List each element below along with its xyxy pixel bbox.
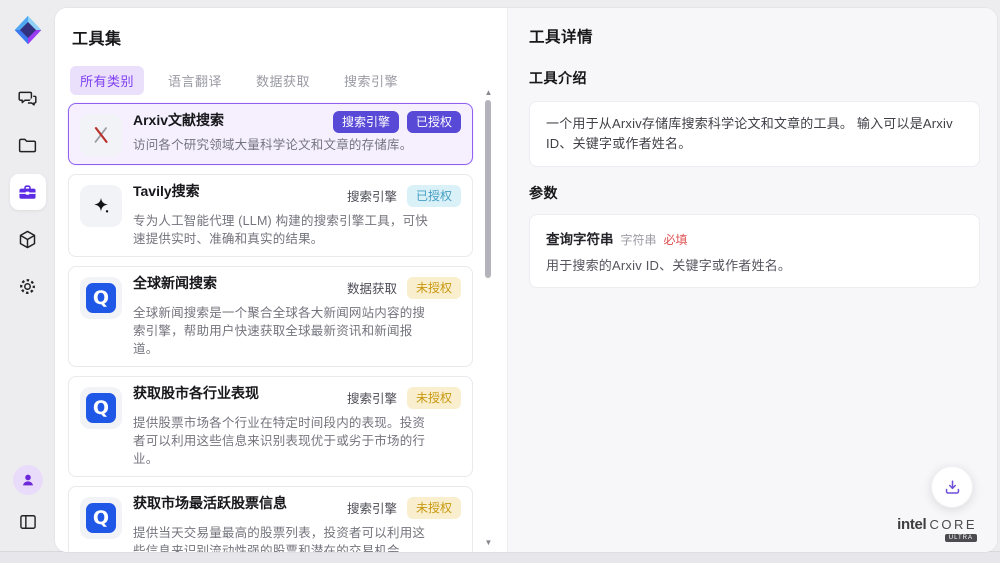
tool-title: Tavily搜索 [133,183,200,200]
tool-list: Arxiv文献搜索 搜索引擎 已授权 访问各个研究领域大量科学论文和文章的存储库… [68,103,473,552]
tab-data-acquisition[interactable]: 数据获取 [246,66,320,95]
user-avatar-icon[interactable] [13,465,43,495]
sidebar-bottom [13,465,43,537]
category-tabs: 所有类别 语言翻译 数据获取 搜索引擎 [68,66,473,95]
scroll-up-arrow-icon[interactable]: ▲ [484,89,493,96]
toolset-pane: 工具集 所有类别 语言翻译 数据获取 搜索引擎 [55,8,507,552]
tool-card-tavily[interactable]: Tavily搜索 搜索引擎 已授权 专为人工智能代理 (LLM) 构建的搜索引擎… [68,174,473,257]
details-title: 工具详情 [529,25,980,47]
sidebar-item-packages[interactable] [10,221,46,257]
tool-description: 全球新闻搜索是一个聚合全球各大新闻网站内容的搜索引擎，帮助用户快速获取全球最新资… [133,304,435,358]
chat-icon [17,88,38,109]
category-badge: 搜索引擎 [345,182,399,209]
tool-card-global-news[interactable]: Q 全球新闻搜索 数据获取 未授权 全球新闻搜索是一个聚合全球各大新闻网站内容的… [68,266,473,367]
app-root: 工具集 所有类别 语言翻译 数据获取 搜索引擎 [0,0,1000,552]
ultra-badge: ultra [945,534,977,542]
category-badge: 数据获取 [345,274,399,301]
tool-description: 专为人工智能代理 (LLM) 构建的搜索引擎工具，可快速提供实时、准确和真实的结… [133,212,435,248]
q-news-logo-icon: Q [80,387,122,429]
tool-title: 全球新闻搜索 [133,275,217,292]
sidebar-item-chat[interactable] [10,80,46,116]
tab-all-categories[interactable]: 所有类别 [70,66,144,95]
tavily-star-icon [80,185,122,227]
status-badge: 已授权 [407,185,461,207]
q-news-logo-icon: Q [80,497,122,539]
tool-card-arxiv[interactable]: Arxiv文献搜索 搜索引擎 已授权 访问各个研究领域大量科学论文和文章的存储库… [68,103,473,165]
intro-card: 一个用于从Arxiv存储库搜索科学论文和文章的工具。 输入可以是Arxiv ID… [529,101,980,167]
list-scrollbar[interactable]: ▲ ▼ [484,89,493,546]
params-heading: 参数 [529,183,980,203]
tool-title: 获取市场最活跃股票信息 [133,495,287,512]
gear-icon [17,276,38,297]
toolbox-icon [17,182,38,203]
param-required-flag: 必填 [664,231,688,248]
category-badge: 搜索引擎 [345,384,399,411]
tool-description: 提供股票市场各个行业在特定时间段内的表现。投资者可以利用这些信息来识别表现优于或… [133,414,435,468]
intel-core-logo: intel core ultra [897,517,977,542]
panel-toggle-icon[interactable] [13,507,43,537]
status-badge: 未授权 [407,277,461,299]
tab-language-translation[interactable]: 语言翻译 [158,66,232,95]
sidebar-item-files[interactable] [10,127,46,163]
param-type: 字符串 [621,231,657,248]
status-badge: 未授权 [407,387,461,409]
core-wordmark: core [929,518,977,531]
param-card: 查询字符串 字符串 必填 用于搜索的Arxiv ID、关键字或作者姓名。 [529,214,980,288]
sidebar [0,0,55,551]
folder-icon [17,135,38,156]
scroll-down-arrow-icon[interactable]: ▼ [484,539,493,546]
param-name: 查询字符串 [546,228,614,248]
intro-heading: 工具介绍 [529,68,980,88]
arxiv-logo-icon [80,114,122,156]
intel-wordmark: intel [897,517,926,532]
category-badge: 搜索引擎 [333,111,399,133]
tool-title: Arxiv文献搜索 [133,112,224,129]
status-badge: 已授权 [407,111,461,133]
tool-card-sector-performance[interactable]: Q 获取股市各行业表现 搜索引擎 未授权 提供股票市场各个行业在特定时间段内的表… [68,376,473,477]
main-window: 工具集 所有类别 语言翻译 数据获取 搜索引擎 [55,8,997,552]
sidebar-item-settings[interactable] [10,268,46,304]
status-badge: 未授权 [407,497,461,519]
tool-details-pane: 工具详情 工具介绍 一个用于从Arxiv存储库搜索科学论文和文章的工具。 输入可… [507,8,997,552]
sidebar-item-toolbox[interactable] [10,174,46,210]
tool-card-most-active-stocks[interactable]: Q 获取市场最活跃股票信息 搜索引擎 未授权 提供当天交易量最高的股票列表，投资… [68,486,473,552]
tool-description: 提供当天交易量最高的股票列表，投资者可以利用这些信息来识别流动性强的股票和潜在的… [133,524,435,552]
tool-title: 获取股市各行业表现 [133,385,259,402]
download-icon [943,478,962,497]
category-badge: 搜索引擎 [345,494,399,521]
page-title: 工具集 [68,25,473,49]
sidebar-nav [10,80,46,304]
cube-icon [17,229,38,250]
app-logo [12,14,44,46]
download-button[interactable] [931,466,973,508]
param-description: 用于搜索的Arxiv ID、关键字或作者姓名。 [546,255,963,274]
scrollbar-thumb[interactable] [485,100,491,278]
tool-description: 访问各个研究领域大量科学论文和文章的存储库。 [133,136,435,154]
q-news-logo-icon: Q [80,277,122,319]
tab-search-engine[interactable]: 搜索引擎 [334,66,408,95]
